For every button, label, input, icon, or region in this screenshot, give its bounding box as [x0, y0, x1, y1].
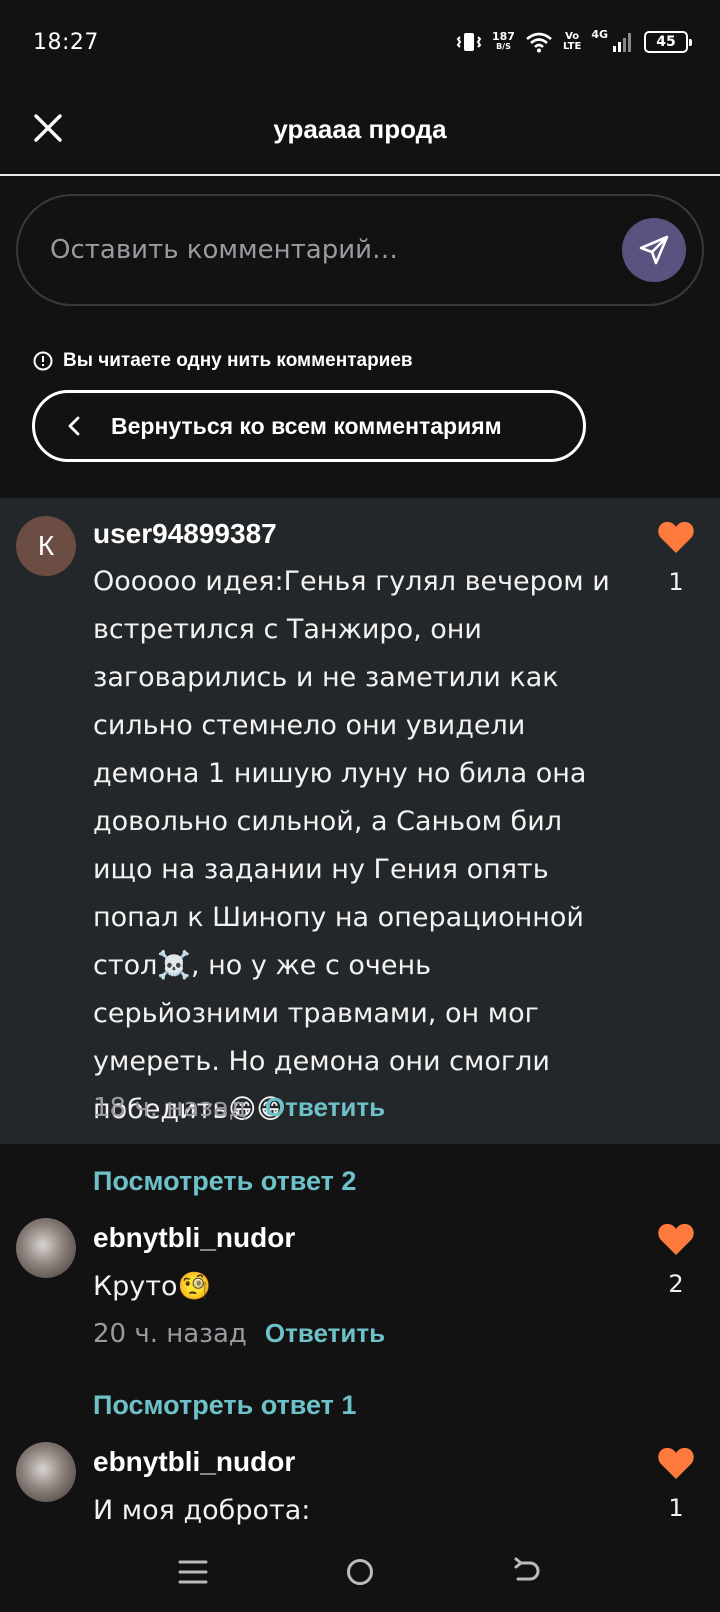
heart-icon [658, 521, 694, 553]
like-count: 1 [668, 568, 684, 596]
heart-icon [658, 1447, 694, 1479]
like-button[interactable]: 2 [654, 1222, 698, 1298]
view-reply-link[interactable]: Посмотреть ответ 1 [93, 1390, 356, 1421]
volte-indicator: Vo LTE [563, 32, 581, 52]
like-count: 1 [668, 1494, 684, 1522]
network-speed: 187 B/S [491, 30, 515, 52]
thread-notice-text: Вы читаете одну нить комментариев [63, 350, 413, 371]
avatar[interactable]: К [16, 516, 76, 576]
avatar[interactable] [16, 1442, 76, 1502]
system-nav-bar [0, 1532, 720, 1612]
status-bar: 18:27 187 B/S Vo LTE 4G 45 [0, 0, 720, 84]
close-icon [34, 114, 62, 142]
like-count: 2 [668, 1270, 684, 1298]
signal-icon [612, 31, 634, 53]
like-button[interactable]: 1 [654, 520, 698, 596]
header: урaaaa прода [0, 84, 720, 176]
thread-notice: Вы читаете одну нить комментариев [33, 350, 413, 372]
home-button[interactable] [330, 1542, 390, 1602]
comment-input[interactable] [50, 235, 590, 265]
close-button[interactable] [28, 108, 68, 148]
avatar-letter: К [37, 530, 55, 561]
back-to-all-label: Вернуться ко всем комментариям [111, 412, 502, 439]
back-to-all-comments-button[interactable]: Вернуться ко всем комментариям [32, 390, 586, 462]
comment-text: Оооооо идея:Генья гулял вечером и встрет… [93, 566, 610, 1125]
menu-icon [178, 1560, 208, 1584]
battery-icon: 45 [644, 31, 692, 53]
comment-input-box [16, 194, 704, 306]
highlighted-comment: К user94899387 Оооооо идея:Генья гулял в… [0, 498, 720, 1144]
comment-time: 20 ч. назад [93, 1319, 247, 1349]
comment-time: 18 ч. назад [93, 1093, 247, 1123]
reply-button[interactable]: Ответить [265, 1318, 385, 1349]
speed-unit: B/S [496, 42, 511, 51]
back-icon [514, 1557, 540, 1581]
info-icon [33, 351, 53, 371]
vibrate-icon [456, 31, 482, 53]
home-icon [346, 1559, 373, 1585]
comment-meta: 20 ч. назад Ответить [93, 1318, 385, 1349]
view-reply-link[interactable]: Посмотреть ответ 2 [93, 1166, 356, 1197]
volte-bottom: LTE [562, 41, 582, 52]
menu-button[interactable] [163, 1542, 223, 1602]
comment-username[interactable]: ebnytbli_nudor [93, 1222, 295, 1254]
avatar[interactable] [16, 1218, 76, 1278]
network-type: 4G [591, 27, 608, 41]
heart-icon [658, 1223, 694, 1255]
comment-text: И моя доброта: [93, 1495, 311, 1526]
back-button[interactable] [497, 1542, 557, 1602]
send-button[interactable] [622, 218, 686, 282]
send-icon [639, 235, 669, 265]
speed-value: 187 [491, 30, 515, 43]
battery-level: 45 [656, 34, 676, 50]
comment-username[interactable]: ebnytbli_nudor [93, 1446, 295, 1478]
like-button[interactable]: 1 [654, 1446, 698, 1522]
reply-button[interactable]: Ответить [265, 1092, 385, 1123]
status-time: 18:27 [33, 29, 99, 55]
page-title: урaaaa прода [273, 113, 447, 144]
chevron-left-icon [68, 416, 80, 436]
status-icons: 187 B/S Vo LTE 4G 45 [456, 27, 692, 53]
comment-username[interactable]: user94899387 [93, 518, 277, 550]
wifi-icon [525, 31, 553, 53]
comment-text: Круто🧐 [93, 1271, 212, 1302]
comment-meta: 18 ч. назад Ответить [93, 1092, 385, 1123]
